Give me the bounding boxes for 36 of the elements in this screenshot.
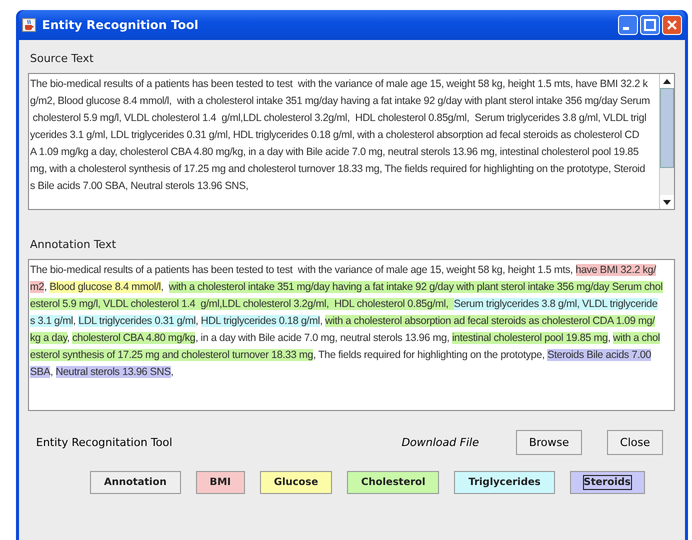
entity-button[interactable]: Cholesterol [347, 471, 440, 494]
footer-label: Entity Recognitation Tool [36, 436, 174, 448]
entity-button[interactable]: Glucose [260, 471, 332, 494]
scroll-bar[interactable] [659, 74, 674, 209]
text-line: cholesterol 5.9 mg/l, VLDL cholesterol 1.4 g/ml,LDL cholesterol 3.2g/ml, HDL cholesterol 0.85g/ml, Serum triglycerides 3.8 g/ml, VLDL trigl [32, 111, 648, 126]
text-line: ycerides 3.1 g/ml, LDL triglycerides 0.31 g/ml, HDL triglycerides 0.18 g/ml, with a cholesterol absorption ad fecal steroids as cholesterol CD [30, 128, 640, 143]
entity-button[interactable]: Steroids [570, 471, 645, 494]
entity-button[interactable]: BMI [196, 471, 245, 494]
scroll-up-icon[interactable] [663, 78, 671, 84]
close-button[interactable]: Close [607, 430, 663, 454]
text-line: kg a day, cholesterol CBA 4.80 mg/kg, in a day with Bile acide 7.0 mg, neutral sterols 13.96 mg, intestinal cholesterol pool 19.85 mg, with a chol [30, 331, 661, 346]
text-line: A 1.09 mg/kg a day, cholesterol CBA 4.80 mg/kg, in a day with Bile acide 7.0 mg, neutral sterols 13.96 mg, intestinal cholesterol pool 19.85 [30, 145, 640, 160]
annotation-text-area[interactable] [28, 259, 675, 411]
entity-button[interactable]: Triglycerides [454, 471, 555, 494]
text-line: esterol 5.9 mg/l, VLDL cholesterol 1.4 g/ml,LDL cholesterol 3.2g/ml, HDL cholesterol 0.85g/ml, Serum triglycerides 3.8 g/ml, VLDL triglyceride [30, 297, 658, 312]
scroll-down-icon[interactable] [663, 200, 671, 204]
window-title: Entity Recognition Tool [42, 18, 200, 32]
text-line: The bio-medical results of a patients has been tested to test with the variance of male age 15, weight 58 kg, height 1.5 mts, have BMI 32.2 k [30, 77, 649, 92]
entity-button[interactable]: Annotation [90, 471, 181, 494]
text-line: s 3.1 g/ml, LDL triglycerides 0.31 g/ml, HDL triglycerides 0.18 g/ml, with a cholesterol absorption ad fecal steroids as cholesterol CDA 1.09 mg/ [30, 314, 656, 329]
section-label: Source Text [30, 52, 95, 65]
text-line: SBA, Neutral sterols 13.96 SNS, [30, 365, 174, 380]
text-line: The bio-medical results of a patients has been tested to test with the variance of male age 15, weight 58 kg, height 1.5 mts, have BMI 32.2 kg/ [30, 263, 657, 278]
source-text-area[interactable] [28, 73, 675, 210]
text-line: s Bile acids 7.00 SBA, Neutral sterols 13.96 SNS, [30, 179, 250, 194]
text-line: m2, Blood glucose 8.4 mmol/l, with a cholesterol intake 351 mg/day having a fat intake 92 g/day with plant sterol intake 356 mg/day Serum chol [30, 280, 664, 295]
browse-button[interactable]: Browse [516, 430, 582, 454]
text-line: g/m2, Blood glucose 8.4 mmol/l, with a cholesterol intake 351 mg/day having a fat intake 92 g/day with plant sterol intake 356 mg/day Serum [30, 94, 651, 109]
maximize-button[interactable] [640, 15, 660, 35]
text-line: esterol synthesis of 17.25 mg and cholesterol turnover 18.33 mg, The fields required for highlighting on the prototype, Steroids Bile acids 7.00 [30, 348, 652, 363]
text-line: mg, with a cholesterol synthesis of 17.25 mg and cholesterol turnover 18.33 mg, The fields required for highlighting on the prototype, Steroid [30, 162, 646, 177]
download-label: Download File [402, 436, 479, 448]
close-button[interactable] [662, 15, 682, 35]
coffee-cup-icon [22, 18, 36, 32]
minimize-button[interactable] [618, 15, 638, 35]
section-label: Annotation Text [30, 238, 118, 251]
